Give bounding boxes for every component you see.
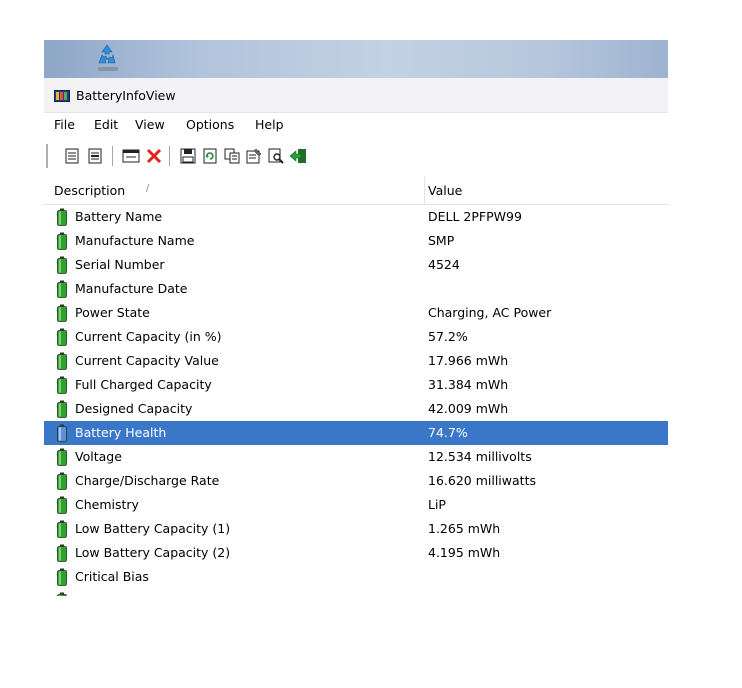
html-report-selected-icon[interactable] — [85, 146, 105, 166]
title-bar[interactable]: BatteryInfoView — [44, 78, 668, 113]
column-header-value[interactable]: Value — [428, 183, 462, 198]
copy-icon[interactable] — [222, 146, 242, 166]
row-description: Current Capacity (in %) — [75, 329, 222, 344]
row-value: Charging, AC Power — [428, 305, 552, 320]
refresh-icon[interactable] — [200, 146, 220, 166]
row-description: Serial Number — [75, 257, 165, 272]
row-description: Voltage — [75, 449, 122, 464]
row-description: Full Charged Capacity — [75, 377, 212, 392]
table-row[interactable]: Voltage 12.534 millivolts — [44, 445, 668, 469]
menu-options[interactable]: Options — [186, 117, 234, 132]
table-row[interactable]: Current Capacity (in %) 57.2% — [44, 325, 668, 349]
battery-icon — [56, 280, 68, 298]
toolbar-separator — [169, 146, 170, 166]
table-row[interactable]: Full Charged Capacity 31.384 mWh — [44, 373, 668, 397]
menu-edit[interactable]: Edit — [94, 117, 118, 132]
row-value: LiP — [428, 497, 446, 512]
recycle-bin-icon[interactable] — [94, 42, 120, 71]
table-row[interactable]: Manufacture Name SMP — [44, 229, 668, 253]
table-row[interactable]: Critical Bias — [44, 565, 668, 589]
row-description: Low Battery Capacity (2) — [75, 545, 231, 560]
list-header: Description / Value — [44, 177, 668, 205]
battery-icon — [56, 256, 68, 274]
battery-icon — [56, 496, 68, 514]
battery-icon — [56, 352, 68, 370]
menu-bar: File Edit View Options Help — [44, 114, 668, 136]
find-icon[interactable] — [266, 146, 286, 166]
table-row[interactable]: Charge/Discharge Rate 16.620 milliwatts — [44, 469, 668, 493]
table-row[interactable]: Designed Capacity 42.009 mWh — [44, 397, 668, 421]
table-row-partial[interactable] — [44, 589, 668, 596]
row-value: 12.534 millivolts — [428, 449, 532, 464]
battery-icon — [56, 208, 68, 226]
table-row[interactable]: Low Battery Capacity (2) 4.195 mWh — [44, 541, 668, 565]
battery-icon — [56, 328, 68, 346]
menu-view[interactable]: View — [135, 117, 165, 132]
row-value: 4.195 mWh — [428, 545, 501, 560]
desktop-background — [44, 40, 668, 78]
battery-icon — [56, 544, 68, 562]
table-row[interactable]: Chemistry LiP — [44, 493, 668, 517]
menu-help[interactable]: Help — [255, 117, 284, 132]
delete-icon[interactable] — [144, 146, 164, 166]
table-row[interactable]: Battery Health 74.7% — [44, 421, 668, 445]
toolbar-grip[interactable] — [46, 144, 48, 168]
battery-icon — [56, 232, 68, 250]
row-description: Current Capacity Value — [75, 353, 219, 368]
battery-icon — [56, 568, 68, 586]
battery-info-list[interactable]: Description / Value Battery Name DELL 2PF… — [44, 177, 668, 596]
row-value: 1.265 mWh — [428, 521, 501, 536]
battery-icon — [56, 448, 68, 466]
column-divider[interactable] — [424, 177, 425, 204]
battery-icon — [56, 592, 68, 596]
battery-icon — [56, 472, 68, 490]
row-value: SMP — [428, 233, 455, 248]
row-description: Manufacture Name — [75, 233, 195, 248]
row-value: 42.009 mWh — [428, 401, 509, 416]
battery-icon — [56, 520, 68, 538]
toolbar — [44, 136, 668, 178]
html-report-all-icon[interactable] — [62, 146, 82, 166]
batteryinfoview-window: BatteryInfoView File Edit View Options H… — [44, 40, 668, 596]
exit-icon[interactable] — [288, 146, 308, 166]
row-value: 17.966 mWh — [428, 353, 509, 368]
save-icon[interactable] — [178, 146, 198, 166]
window-title: BatteryInfoView — [76, 88, 176, 103]
row-value: 16.620 milliwatts — [428, 473, 536, 488]
table-row[interactable]: Low Battery Capacity (1) 1.265 mWh — [44, 517, 668, 541]
column-header-description[interactable]: Description — [54, 183, 125, 198]
battery-icon — [56, 376, 68, 394]
row-description: Battery Name — [75, 209, 163, 224]
row-description: Designed Capacity — [75, 401, 193, 416]
battery-app-icon — [54, 90, 70, 102]
row-description: Low Battery Capacity (1) — [75, 521, 231, 536]
row-value: 74.7% — [428, 425, 468, 440]
row-value: 4524 — [428, 257, 460, 272]
sort-ascending-icon: / — [146, 183, 150, 194]
row-value: 57.2% — [428, 329, 468, 344]
battery-icon — [56, 304, 68, 322]
row-value: DELL 2PFPW99 — [428, 209, 522, 224]
menu-file[interactable]: File — [54, 117, 75, 132]
table-row[interactable]: Current Capacity Value 17.966 mWh — [44, 349, 668, 373]
properties-window-icon[interactable] — [121, 146, 141, 166]
toolbar-separator — [112, 146, 113, 166]
row-description: Battery Health — [75, 425, 167, 440]
table-row[interactable]: Power State Charging, AC Power — [44, 301, 668, 325]
table-row[interactable]: Battery Name DELL 2PFPW99 — [44, 205, 668, 229]
row-description: Chemistry — [75, 497, 139, 512]
table-row[interactable]: Manufacture Date — [44, 277, 668, 301]
battery-icon — [56, 400, 68, 418]
row-description: Critical Bias — [75, 569, 149, 584]
row-description: Power State — [75, 305, 150, 320]
row-value: 31.384 mWh — [428, 377, 509, 392]
row-description: Manufacture Date — [75, 281, 188, 296]
properties-icon[interactable] — [244, 146, 264, 166]
table-row[interactable]: Serial Number 4524 — [44, 253, 668, 277]
battery-icon — [56, 424, 68, 442]
row-description: Charge/Discharge Rate — [75, 473, 220, 488]
